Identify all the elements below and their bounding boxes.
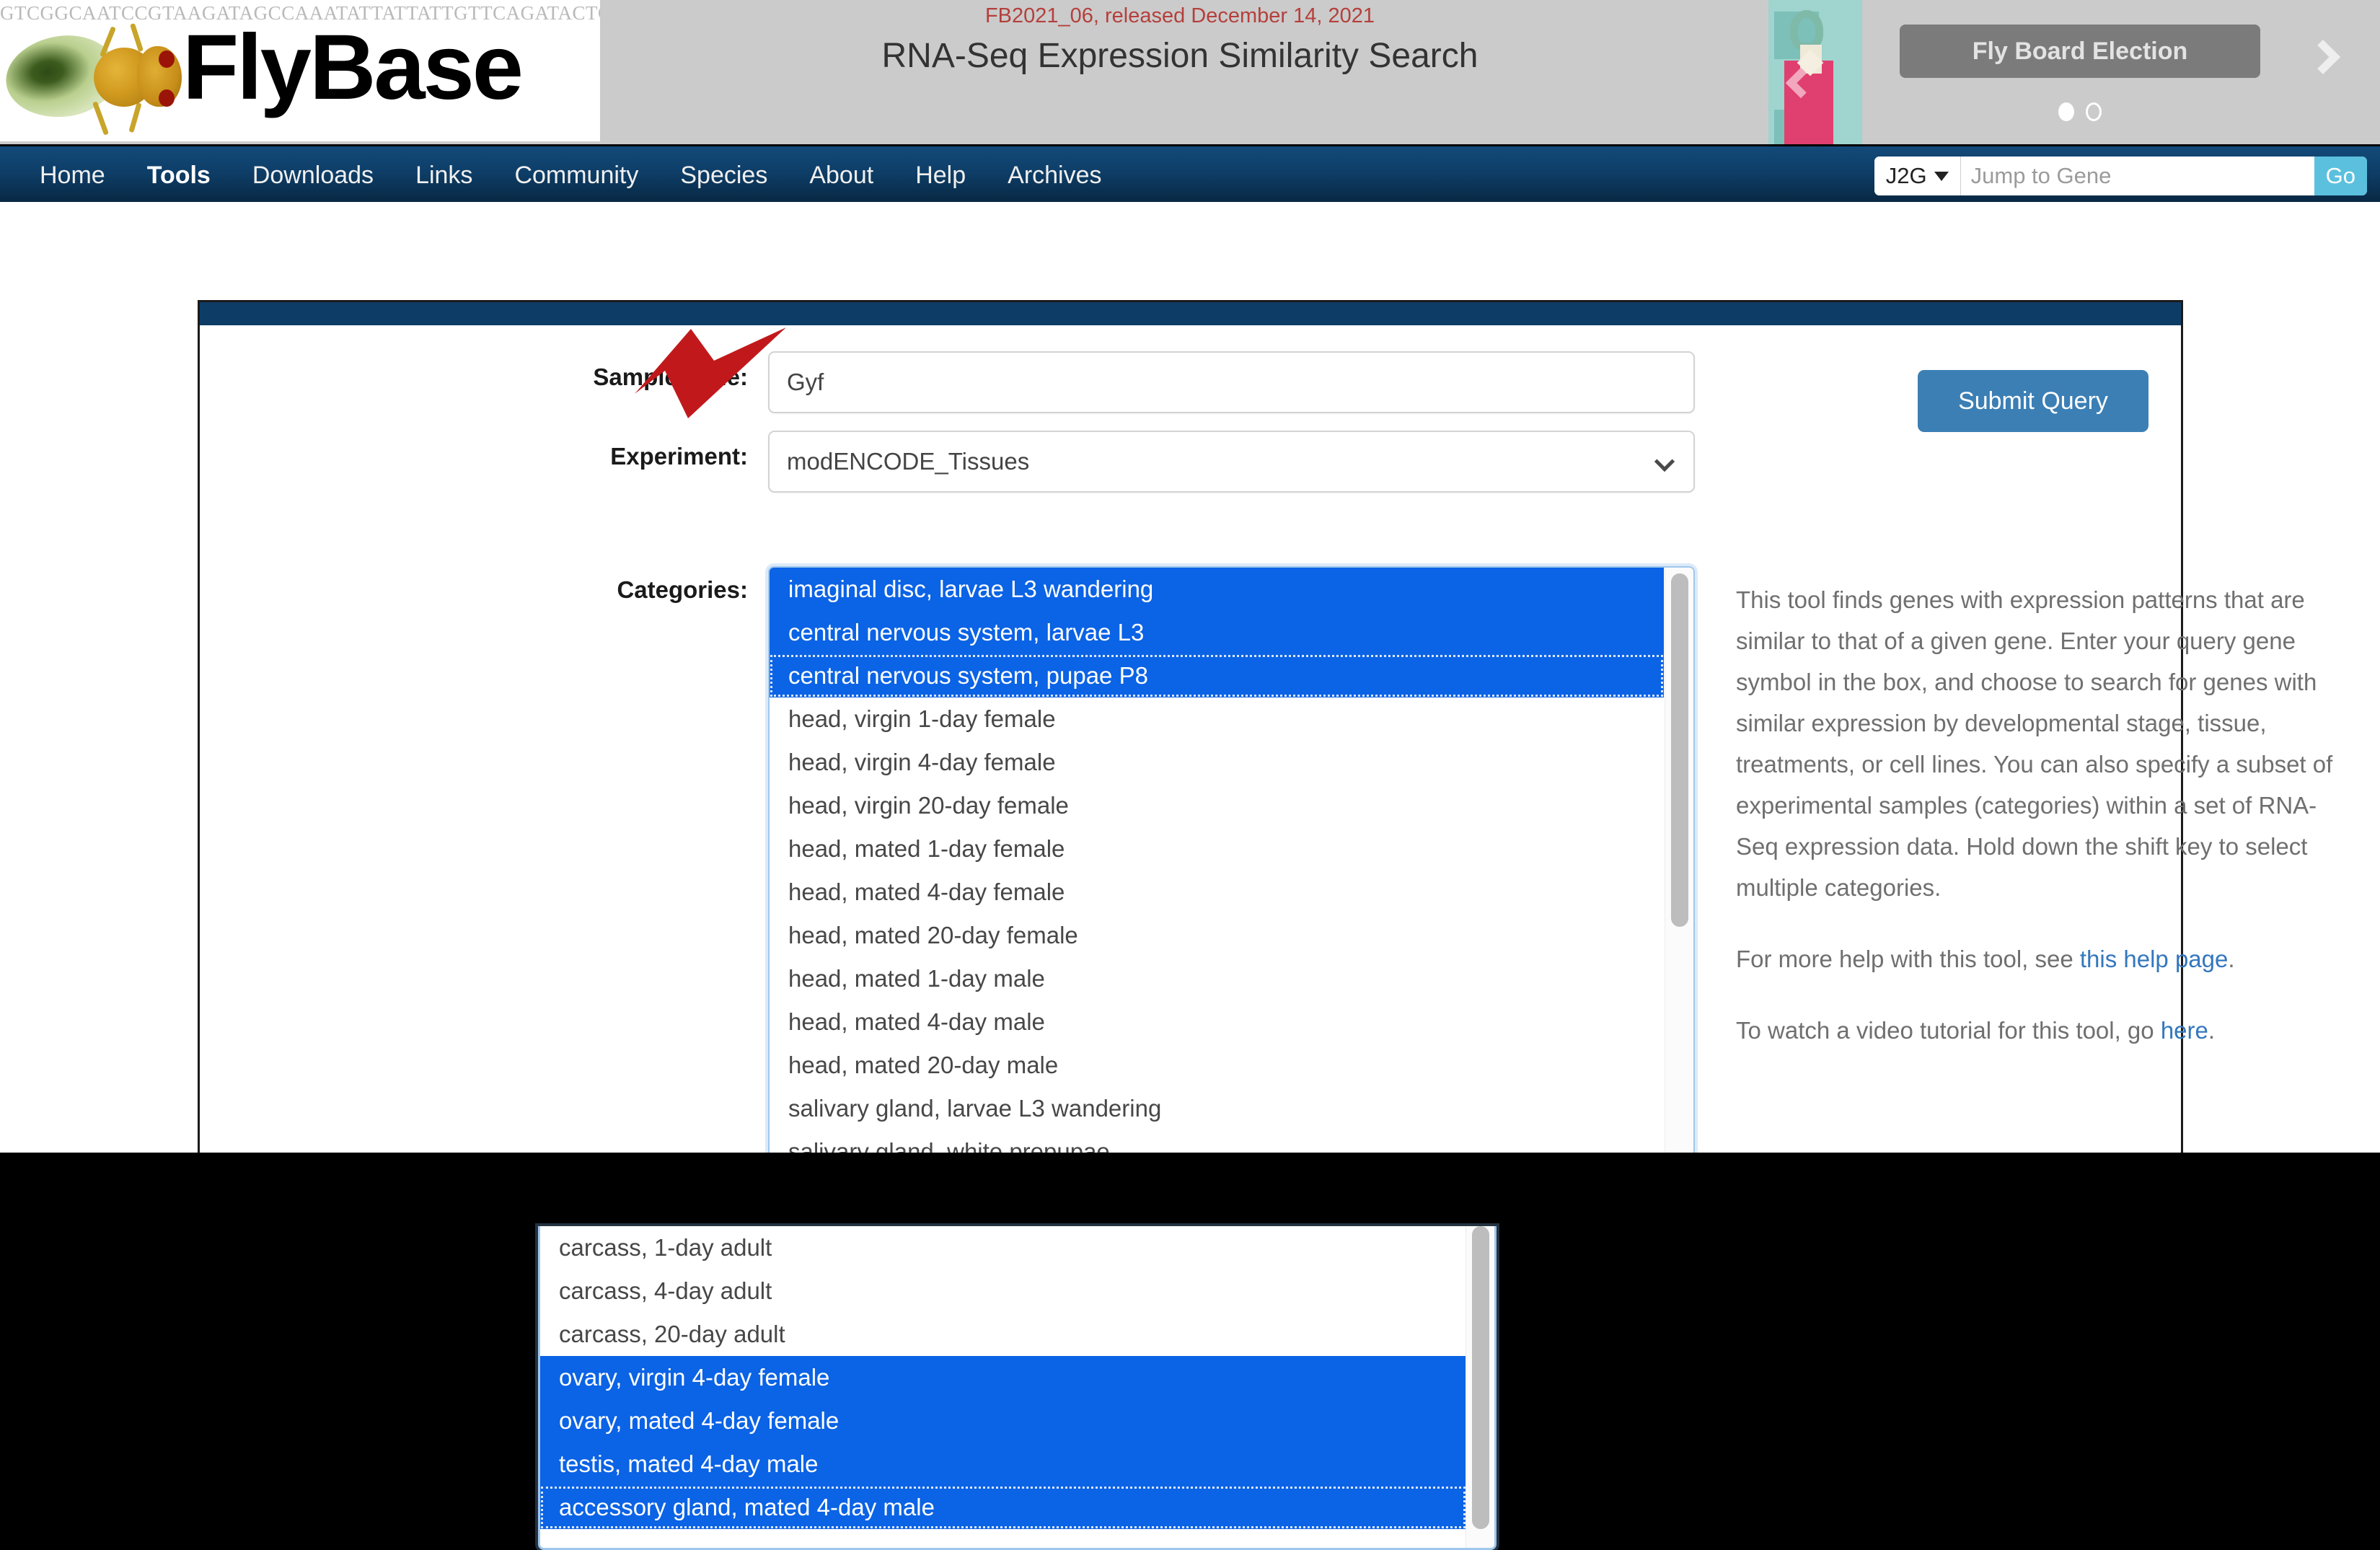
- nav-item-tools[interactable]: Tools: [126, 146, 232, 204]
- help-page-suffix: .: [2228, 946, 2235, 972]
- sample-gene-input[interactable]: [768, 351, 1695, 413]
- help-page-line: For more help with this tool, see this h…: [1736, 938, 2335, 979]
- category-option[interactable]: central nervous system, pupae P8: [770, 654, 1664, 697]
- category-option[interactable]: central nervous system, larvae L3: [770, 611, 1664, 654]
- category-option[interactable]: imaginal disc, larvae L3 wandering: [770, 568, 1664, 611]
- fly-illustration: [0, 22, 186, 136]
- video-suffix: .: [2208, 1017, 2216, 1044]
- category-option[interactable]: head, mated 1-day male: [770, 957, 1664, 1000]
- release-note: FB2021_06, released December 14, 2021: [984, 4, 1375, 27]
- chevron-right-icon[interactable]: [2305, 39, 2341, 75]
- main-navigation: Home Tools Downloads Links Community Spe…: [0, 144, 2380, 202]
- carousel-dot-1[interactable]: [2058, 102, 2074, 121]
- nav-item-help[interactable]: Help: [894, 146, 987, 204]
- panel-body: Sample gene: Experiment: modENCODE_Tissu…: [200, 325, 2332, 1178]
- chevron-down-icon: [1934, 171, 1949, 181]
- category-option[interactable]: carcass, 20-day adult: [540, 1313, 1466, 1356]
- nav-item-species[interactable]: Species: [659, 146, 788, 204]
- help-page-prefix: For more help with this tool, see: [1736, 946, 2080, 972]
- category-option[interactable]: salivary gland, larvae L3 wandering: [770, 1087, 1664, 1130]
- chevron-down-icon: [1654, 451, 1675, 472]
- sample-gene-label: Sample gene:: [593, 364, 748, 390]
- carousel-dot-2[interactable]: [2086, 102, 2102, 121]
- categories-lower-option-list: carcass, 1-day adult carcass, 4-day adult…: [540, 1226, 1466, 1529]
- categories-listbox-lower-fragment[interactable]: carcass, 1-day adult carcass, 4-day adult…: [538, 1226, 1497, 1550]
- experiment-row: Experiment: modENCODE_Tissues: [200, 431, 2181, 510]
- category-option[interactable]: carcass, 4-day adult: [540, 1269, 1466, 1313]
- category-option[interactable]: ovary, virgin 4-day female: [540, 1356, 1466, 1399]
- category-option[interactable]: head, mated 20-day female: [770, 914, 1664, 957]
- nav-item-links[interactable]: Links: [395, 146, 493, 204]
- nav-item-downloads[interactable]: Downloads: [232, 146, 395, 204]
- jump-to-gene-widget: J2G Go: [1874, 157, 2367, 195]
- video-tutorial-link[interactable]: here: [2161, 1017, 2208, 1044]
- category-option[interactable]: head, mated 1-day female: [770, 827, 1664, 871]
- nav-item-archives[interactable]: Archives: [987, 146, 1122, 204]
- category-option[interactable]: ovary, mated 4-day female: [540, 1399, 1466, 1443]
- category-option[interactable]: head, virgin 1-day female: [770, 697, 1664, 741]
- panel-header-strip: [200, 302, 2181, 325]
- go-button[interactable]: Go: [2314, 157, 2367, 195]
- this-help-page-link[interactable]: this help page: [2080, 946, 2229, 972]
- submit-query-button[interactable]: Submit Query: [1918, 370, 2148, 432]
- categories-label: Categories:: [617, 576, 748, 603]
- category-option[interactable]: head, mated 4-day female: [770, 871, 1664, 914]
- sample-gene-row: Sample gene:: [200, 351, 2181, 431]
- search-mode-label: J2G: [1885, 163, 1927, 188]
- help-description: This tool finds genes with expression pa…: [1736, 586, 2333, 901]
- video-tutorial-line: To watch a video tutorial for this tool,…: [1736, 1010, 2335, 1051]
- flybase-logo[interactable]: GTCGGCAATCCGTAAGATAGCCAAATATTATTATTGTTCA…: [0, 0, 600, 141]
- masthead: GTCGGCAATCCGTAAGATAGCCAAATATTATTATTGTTCA…: [0, 0, 2380, 144]
- experiment-selected-value: modENCODE_Tissues: [787, 448, 1030, 475]
- help-panel: This tool finds genes with expression pa…: [1736, 579, 2335, 1081]
- flybase-wordmark: FlyBase: [182, 16, 524, 119]
- categories-scrollbar-thumb[interactable]: [1671, 573, 1688, 927]
- page-title: RNA-Seq Expression Similarity Search: [881, 37, 1478, 75]
- video-prefix: To watch a video tutorial for this tool,…: [1736, 1017, 2161, 1044]
- announcement-carousel: Fly Board Election: [1768, 0, 2380, 144]
- category-option[interactable]: carcass, 1-day adult: [540, 1226, 1466, 1269]
- categories-listbox[interactable]: imaginal disc, larvae L3 wandering centra…: [768, 566, 1695, 1178]
- nav-item-community[interactable]: Community: [493, 146, 659, 204]
- category-option[interactable]: testis, mated 4-day male: [540, 1443, 1466, 1486]
- category-option[interactable]: head, virgin 20-day female: [770, 784, 1664, 827]
- categories-scrollbar[interactable]: [1665, 568, 1693, 1176]
- category-option[interactable]: accessory gland, mated 4-day male: [540, 1486, 1466, 1529]
- experiment-select[interactable]: modENCODE_Tissues: [768, 431, 1695, 493]
- nav-item-about[interactable]: About: [788, 146, 894, 204]
- jump-to-gene-input[interactable]: [1960, 157, 2314, 195]
- nav-item-home[interactable]: Home: [19, 146, 126, 204]
- category-option[interactable]: head, mated 20-day male: [770, 1044, 1664, 1087]
- category-option[interactable]: head, virgin 4-day female: [770, 741, 1664, 784]
- experiment-label: Experiment:: [610, 443, 748, 470]
- nav-item-list: Home Tools Downloads Links Community Spe…: [19, 146, 1123, 204]
- search-form-panel: Sample gene: Experiment: modENCODE_Tissu…: [198, 300, 2332, 1178]
- categories-option-list: imaginal disc, larvae L3 wandering centra…: [770, 568, 1664, 1173]
- categories-lower-scrollbar[interactable]: [1466, 1226, 1494, 1548]
- carousel-dots: [1900, 101, 2260, 123]
- fly-board-election-button[interactable]: Fly Board Election: [1900, 25, 2260, 78]
- search-mode-dropdown[interactable]: J2G: [1874, 157, 1961, 195]
- categories-lower-scrollbar-thumb[interactable]: [1472, 1226, 1489, 1529]
- category-option[interactable]: head, mated 4-day male: [770, 1000, 1664, 1044]
- carousel-image: [1768, 0, 1862, 144]
